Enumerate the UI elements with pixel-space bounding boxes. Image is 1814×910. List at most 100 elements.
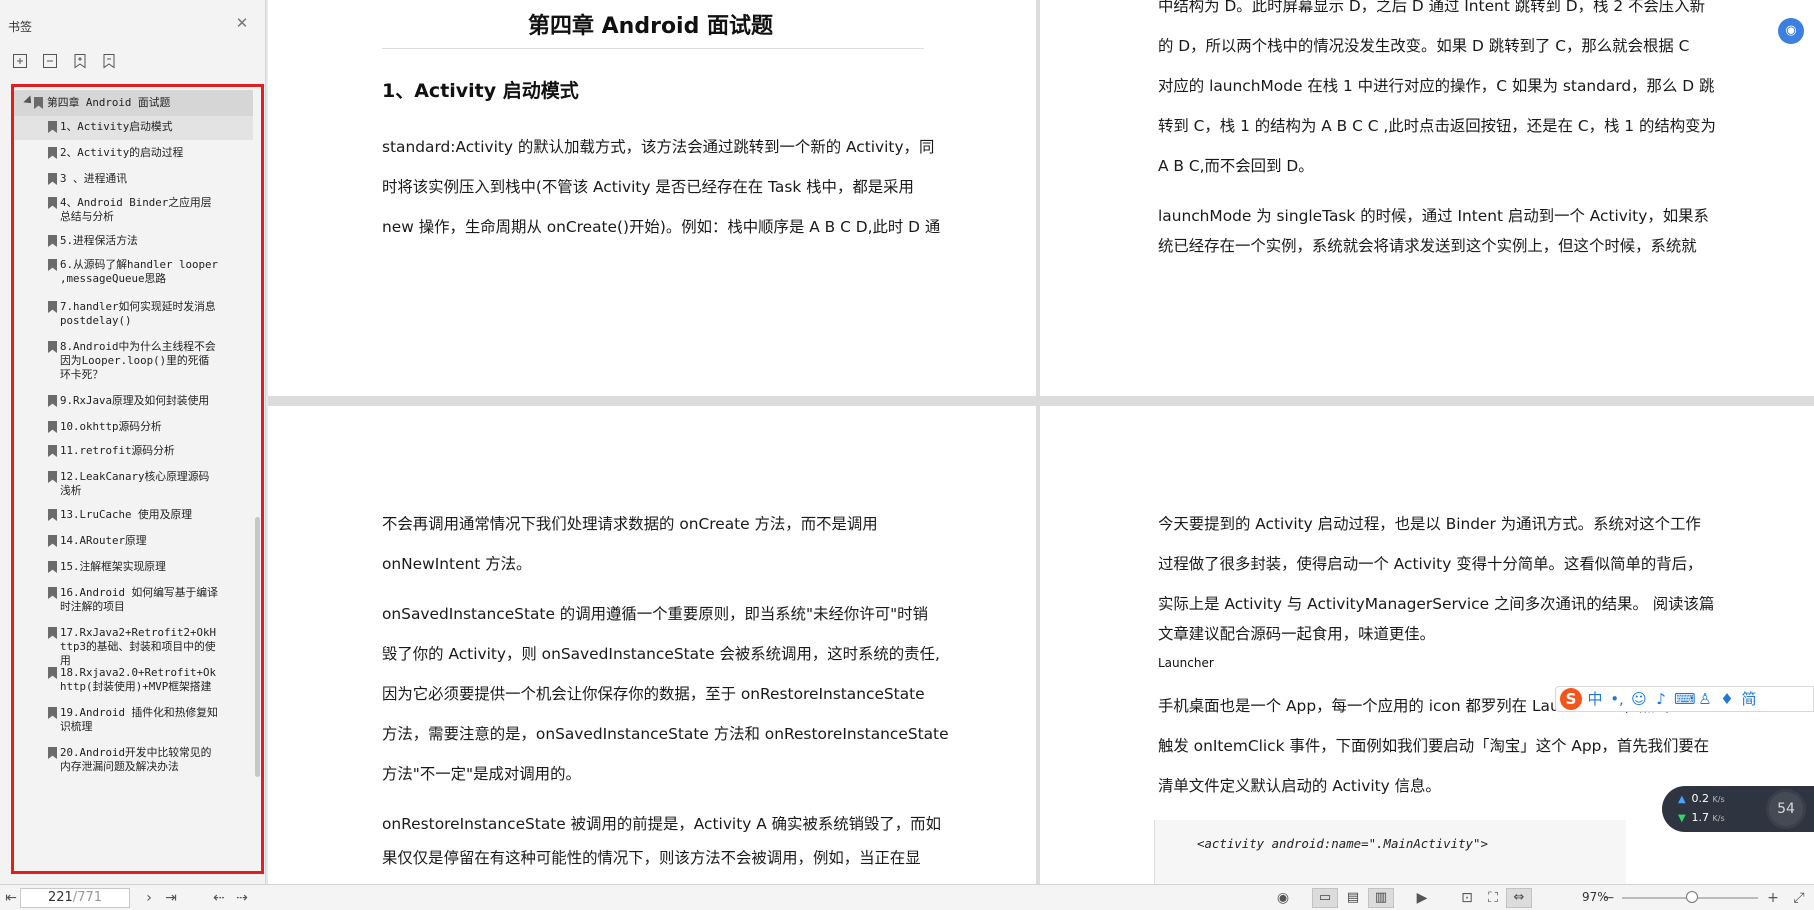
bookmark-flag-icon [48, 747, 57, 759]
paragraph-line: 转到 C，栈 1 的结构为 A B C C ,此时点击返回按钮，还是在 C，栈 … [1158, 117, 1716, 135]
back-icon[interactable]: ⇠ [210, 889, 228, 907]
code-block: <activity android:name=".MainActivity"> [1154, 820, 1626, 884]
bookmark-label: 第四章 Android 面试题 [47, 96, 171, 109]
bookmark-item[interactable]: 7.handler如何实现延时发消息postdelay() [14, 296, 253, 336]
bookmark-item[interactable]: 19.Android 插件化和热修复知识梳理 [14, 702, 253, 738]
simplified-toggle[interactable]: 简 [1740, 690, 1758, 708]
bookmark-item[interactable]: 16.Android 如何编写基于编译时注解的项目 [14, 582, 253, 618]
current-page: 221 [47, 890, 73, 905]
zoom-in-icon[interactable]: + [1764, 889, 1782, 907]
bookmark-label: 2、Activity的启动过程 [60, 146, 184, 159]
paragraph-line: 清单文件定义默认启动的 Activity 信息。 [1158, 777, 1441, 795]
close-icon[interactable]: ✕ [234, 15, 250, 31]
bookmark-label: 13.LruCache 使用及原理 [60, 508, 192, 521]
add-bookmark-icon[interactable] [71, 52, 89, 70]
zoom-out-icon[interactable]: − [1600, 889, 1618, 907]
bookmark-item[interactable]: 1、Activity启动模式 [14, 116, 253, 140]
paragraph-line: 文章建议配合源码一起食用，味道更佳。 [1158, 625, 1436, 643]
code-line: <activity android:name=".MainActivity"> [1197, 836, 1488, 851]
punctuation-icon[interactable]: •, [1608, 690, 1626, 708]
fit-width-icon[interactable]: ⇔ [1506, 888, 1532, 908]
microphone-icon[interactable]: ♪ [1652, 690, 1670, 708]
ime-language-toggle[interactable]: 中 [1586, 690, 1604, 708]
emoji-icon[interactable]: ☺ [1630, 690, 1648, 708]
bookmark-flag-icon [48, 535, 57, 547]
bookmark-item[interactable]: 18.Rxjava2.0+Retrofit+Okhttp(封装使用)+MVP框架… [14, 662, 253, 698]
assistant-icon[interactable]: ◉ [1778, 18, 1804, 44]
paragraph-line: onSavedInstanceState 的调用遵循一个重要原则，即当系统"未经… [382, 605, 928, 623]
fullscreen-icon[interactable]: ⤢ [1790, 889, 1808, 907]
bookmark-icon[interactable] [100, 52, 118, 70]
bookmark-flag-icon [48, 395, 57, 407]
bookmark-flag-icon [48, 707, 57, 719]
bookmark-flag-icon [48, 121, 57, 133]
title-divider [382, 48, 924, 49]
bookmark-label: 19.Android 插件化和热修复知识梳理 [60, 706, 218, 733]
ime-logo-icon[interactable]: S [1560, 688, 1582, 710]
play-icon[interactable]: ▶ [1413, 889, 1431, 907]
download-value: 1.7 [1691, 811, 1710, 824]
bookmark-flag-icon [48, 173, 57, 185]
upload-speed: ▲ 0.2 K/s [1678, 792, 1725, 805]
keyboard-icon[interactable]: ⌨ [1674, 690, 1696, 708]
bookmark-label: 18.Rxjava2.0+Retrofit+Okhttp(封装使用)+MVP框架… [60, 666, 217, 693]
bookmark-item[interactable]: 3 、进程通讯 [14, 168, 253, 192]
next-page-icon[interactable]: › [140, 889, 158, 907]
ime-toolbar: S 中 •, ☺ ♪ ⌨ ♙ ♦ 简 [1555, 686, 1814, 712]
bookmark-scroll-thumb[interactable] [255, 517, 260, 777]
bookmark-item[interactable]: 11.retrofit源码分析 [14, 440, 253, 464]
single-page-view-icon[interactable]: ▭ [1312, 888, 1338, 908]
section-title: 1、Activity 启动模式 [382, 80, 579, 102]
bookmark-item[interactable]: 12.LeakCanary核心原理源码浅析 [14, 466, 253, 502]
bookmark-scrollbar[interactable] [255, 87, 261, 871]
actual-size-icon[interactable]: ⊡ [1458, 889, 1476, 907]
status-bar: ⇤ 221/771 › ⇥ ⇠ ⇢ ◉ ▭ ▤ ▥ ▶ ⊡ ⛶ ⇔ 97% − … [0, 884, 1814, 910]
paragraph-line: 的 D，所以两个栈中的情况没发生改变。如果 D 跳转到了 C，那么就会根据 C [1158, 37, 1690, 55]
bookmark-item[interactable]: 5.进程保活方法 [14, 230, 253, 254]
memory-usage-gauge[interactable]: 54 [1766, 789, 1806, 829]
first-page-icon[interactable]: ⇤ [2, 889, 20, 907]
two-page-view-icon[interactable]: ▥ [1368, 888, 1394, 908]
bookmark-item[interactable]: 17.RxJava2+Retrofit2+OkHttp3的基础、封装和项目中的使… [14, 622, 253, 667]
bookmark-label: 3 、进程通讯 [60, 172, 127, 185]
bookmark-item[interactable]: 9.RxJava原理及如何封装使用 [14, 390, 253, 414]
bookmark-item[interactable]: 13.LruCache 使用及原理 [14, 504, 253, 528]
total-pages: 771 [77, 890, 103, 905]
document-viewer: 第四章 Android 面试题 1、Activity 启动模式 standard… [268, 0, 1814, 884]
bookmark-item[interactable]: 20.Android开发中比较常见的内存泄漏问题及解决办法 [14, 742, 253, 778]
user-icon[interactable]: ♙ [1696, 690, 1714, 708]
read-mode-icon[interactable]: ◉ [1274, 889, 1292, 907]
forward-icon[interactable]: ⇢ [233, 889, 251, 907]
network-speed-widget[interactable]: ▲ 0.2 K/s ▼ 1.7 K/s 54 [1662, 786, 1814, 832]
fit-page-icon[interactable]: ⛶ [1484, 889, 1502, 907]
expand-arrow-icon[interactable] [23, 95, 35, 107]
bookmark-chapter[interactable]: 第四章 Android 面试题 [14, 90, 253, 116]
paragraph-line: 因为它必须要提供一个机会让你保存你的数据，至于 onRestoreInstanc… [382, 685, 925, 703]
bookmark-label: 8.Android中为什么主线程不会因为Looper.loop()里的死循环卡死… [60, 340, 216, 381]
page-3: 不会再调用通常情况下我们处理请求数据的 onCreate 方法，而不是调用 on… [268, 406, 1036, 884]
bookmark-item[interactable]: 15.注解框架实现原理 [14, 556, 253, 580]
bookmark-item[interactable]: 4、Android Binder之应用层总结与分析 [14, 192, 253, 224]
bookmark-item[interactable]: 2、Activity的启动过程 [14, 142, 253, 166]
bookmark-label: 7.handler如何实现延时发消息postdelay() [60, 300, 216, 327]
continuous-view-icon[interactable]: ▤ [1340, 888, 1366, 908]
paragraph-line: 时将该实例压入到栈中(不管该 Activity 是否已经存在在 Task 栈中，… [382, 178, 914, 196]
collapse-all-icon[interactable] [41, 52, 59, 70]
bookmark-label: 15.注解框架实现原理 [60, 560, 166, 573]
paragraph-line: 今天要提到的 Activity 启动过程，也是以 Binder 为通讯方式。系统… [1158, 515, 1701, 533]
bookmark-item[interactable]: 10.okhttp源码分析 [14, 416, 253, 440]
last-page-icon[interactable]: ⇥ [162, 889, 180, 907]
bookmark-item[interactable]: 14.ARouter原理 [14, 530, 253, 554]
bookmark-item[interactable]: 6.从源码了解handler looper ,messageQueue思路 [14, 254, 253, 294]
page-number-input[interactable]: 221/771 [20, 888, 130, 908]
zoom-slider-thumb[interactable] [1686, 891, 1698, 903]
expand-all-icon[interactable] [11, 52, 29, 70]
bookmark-item[interactable]: 8.Android中为什么主线程不会因为Looper.loop()里的死循环卡死… [14, 336, 253, 388]
skin-icon[interactable]: ♦ [1718, 690, 1736, 708]
bookmark-flag-icon [48, 341, 57, 353]
bookmark-flag-icon [48, 197, 57, 209]
bookmark-label: 20.Android开发中比较常见的内存泄漏问题及解决办法 [60, 746, 212, 773]
paragraph-line: 方法"不一定"是成对调用的。 [382, 765, 581, 783]
bookmark-flag-icon [48, 259, 57, 271]
download-unit: K/s [1712, 814, 1725, 823]
